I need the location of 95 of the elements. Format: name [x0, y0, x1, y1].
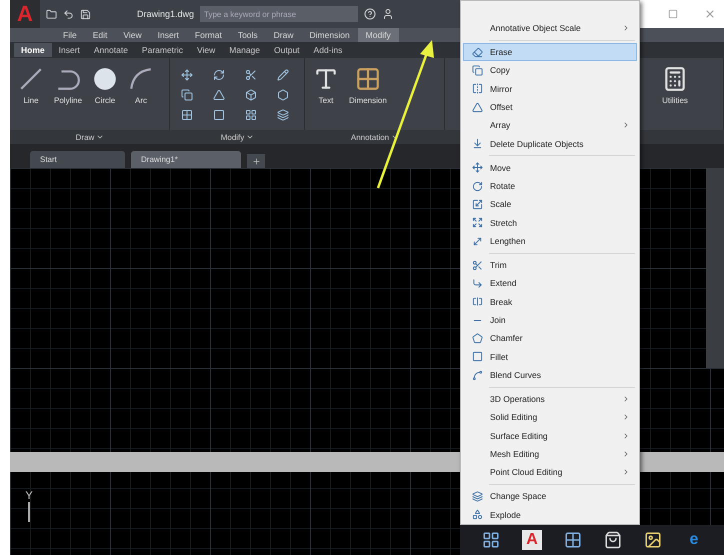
ribbon-tab[interactable]: Insert [52, 43, 87, 57]
menu-item[interactable]: Trim [463, 256, 637, 274]
ribbon-tab[interactable]: Output [267, 43, 307, 57]
menu-item[interactable]: Scale [463, 195, 637, 214]
menu-item[interactable]: Insert [150, 28, 187, 42]
pentagon-icon [472, 332, 482, 344]
new-tab-button[interactable] [247, 154, 265, 168]
undo-icon[interactable] [63, 8, 74, 20]
app-icon[interactable]: A [522, 530, 542, 550]
image-icon[interactable] [644, 531, 662, 549]
ribbon-tool[interactable]: Dimension [347, 66, 389, 105]
menu-item[interactable]: Offset [463, 98, 637, 116]
rotate-icon [472, 180, 482, 192]
layers-icon [472, 490, 482, 502]
line-icon [18, 66, 44, 92]
help-icon[interactable] [364, 8, 376, 20]
menu-item[interactable]: Delete Duplicate Objects [463, 134, 637, 153]
file-tab[interactable]: Start [30, 151, 125, 168]
browser-icon[interactable]: e [684, 530, 704, 550]
menu-item[interactable]: 3D Operations [463, 390, 637, 408]
menu-item[interactable]: View [115, 28, 150, 42]
menu-item[interactable]: Array [463, 116, 637, 135]
menu-item[interactable]: Erase [463, 42, 637, 62]
expand-icon [472, 217, 482, 228]
close-icon[interactable] [704, 8, 716, 20]
ribbon-tab[interactable]: Manage [222, 43, 268, 57]
ribbon-tab[interactable]: Parametric [134, 43, 190, 57]
menu-item[interactable]: Rotate [463, 176, 637, 196]
maximize-icon[interactable] [668, 9, 678, 19]
menu-item[interactable]: Point Cloud Editing [463, 463, 637, 482]
menu-item[interactable]: Tools [230, 28, 266, 42]
ribbon-tool[interactable]: Polyline [52, 66, 84, 105]
menu-item[interactable]: Format [186, 28, 230, 42]
menu-item[interactable]: Modify [358, 28, 399, 42]
ribbon-tool[interactable]: Text [311, 66, 341, 105]
axis-label: Y [25, 490, 33, 502]
scissors-icon [472, 260, 482, 271]
arrow-down-line-icon [472, 138, 482, 150]
flip-icon [472, 83, 482, 94]
menu-item[interactable]: Annotative Object Scale [463, 19, 637, 38]
triangle-icon [472, 102, 482, 113]
caret-icon [246, 133, 254, 141]
dimension-icon [354, 66, 381, 92]
shapes-icon [472, 509, 482, 520]
window-title: Drawing1.dwg [137, 9, 194, 19]
menu-item[interactable]: Extend [463, 274, 637, 293]
menu-item[interactable]: Stretch [463, 214, 637, 232]
plus-icon [252, 156, 260, 166]
menu-item[interactable]: Break [463, 292, 637, 311]
axis-line [28, 502, 30, 522]
menu-item[interactable]: Blend Curves [463, 366, 637, 384]
menu-item[interactable]: Fillet [463, 348, 637, 366]
menu-item[interactable]: Dimension [302, 28, 358, 42]
search-field[interactable]: Type a keyword or phrase [200, 6, 358, 22]
menu-item[interactable]: Mirror [463, 80, 637, 98]
split-square-icon [472, 296, 482, 308]
ribbon-tab[interactable]: Annotate [86, 43, 135, 57]
user-icon[interactable] [382, 8, 394, 20]
menu-item[interactable]: Join [463, 310, 637, 330]
panel-title[interactable]: Annotation [350, 132, 400, 142]
menu-item[interactable]: Explode [463, 506, 637, 524]
curve-icon [472, 370, 482, 381]
panel-title[interactable]: Modify [220, 132, 254, 142]
folder-icon[interactable] [46, 8, 57, 20]
menu-item[interactable]: Edit [84, 28, 116, 42]
move-icon [472, 162, 482, 174]
ribbon-tab[interactable]: Home [14, 43, 52, 57]
diagonal-arrow-icon [472, 236, 482, 247]
menu-item[interactable]: Lengthen [463, 232, 637, 250]
circle-icon [92, 66, 118, 92]
copy-icon [472, 64, 482, 76]
ribbon-tool[interactable]: Line [16, 66, 46, 105]
ribbon-tool[interactable]: Utilities [660, 66, 690, 105]
menu-item[interactable]: Change Space [463, 487, 637, 506]
ribbon-tool[interactable]: Arc [126, 66, 156, 105]
file-tab[interactable]: Drawing1* [131, 151, 241, 168]
tiles-icon[interactable] [564, 531, 582, 549]
menu-item[interactable]: Solid Editing [463, 408, 637, 427]
panel-title[interactable]: Draw [76, 132, 104, 142]
ribbon-tab[interactable]: View [190, 43, 222, 57]
menu-item[interactable]: Mesh Editing [463, 444, 637, 464]
menu-item[interactable]: Surface Editing [463, 426, 637, 445]
menu-item[interactable]: File [55, 28, 85, 42]
scale-icon [472, 198, 482, 210]
square-icon [472, 351, 482, 362]
eraser-icon [472, 46, 482, 58]
menu-item[interactable]: Draw [266, 28, 302, 42]
corner-arrow-icon [472, 278, 482, 289]
ribbon-tool[interactable]: Circle [90, 66, 120, 105]
bag-icon[interactable] [604, 531, 622, 549]
save-icon[interactable] [80, 8, 91, 20]
menu-item[interactable]: Chamfer [463, 329, 637, 348]
menu-item[interactable]: Copy [463, 61, 637, 80]
ribbon-tab[interactable]: Add-ins [306, 43, 350, 57]
caret-icon [96, 133, 104, 141]
